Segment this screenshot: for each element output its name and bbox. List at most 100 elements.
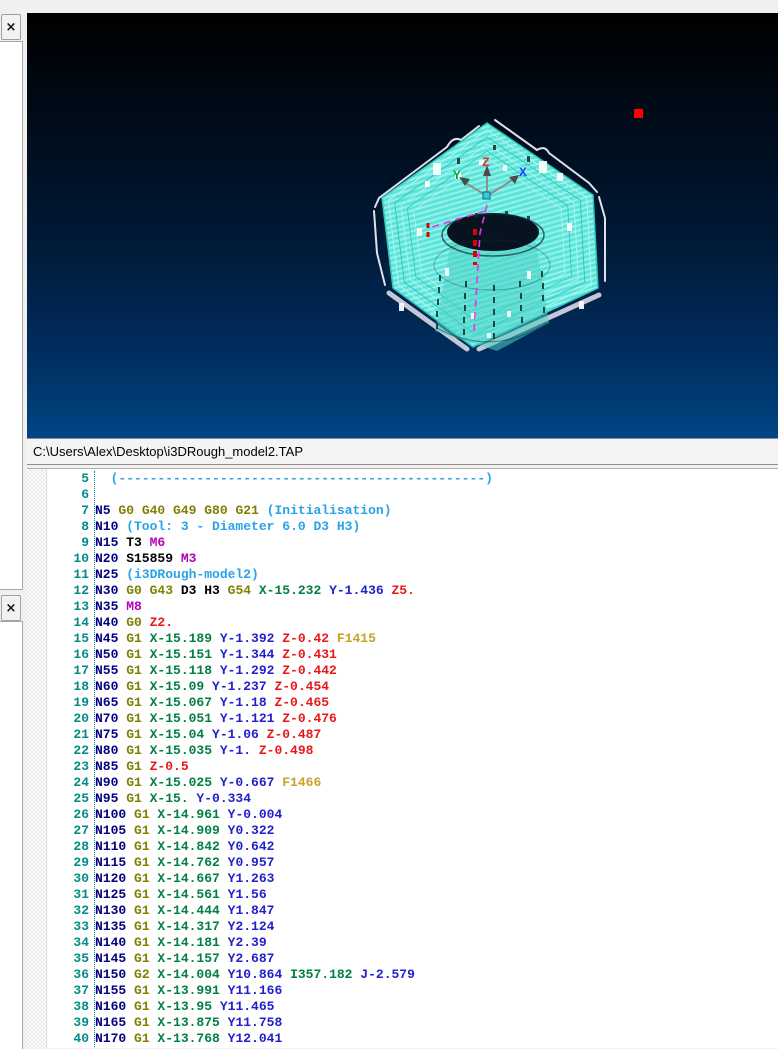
backplot-3d-viewport[interactable]: Z Y X bbox=[27, 13, 778, 438]
gcode-token: G54 bbox=[219, 583, 252, 598]
gcode-token: Y-0.667 bbox=[212, 775, 275, 790]
code-line[interactable]: N85 G1 Z-0.5 bbox=[95, 759, 778, 775]
gcode-token: X-14.762 bbox=[149, 855, 220, 870]
gcode-token: J-2.579 bbox=[352, 967, 415, 982]
gcode-token: G1 bbox=[118, 647, 142, 662]
gcode-token: Z-0.465 bbox=[266, 695, 330, 710]
axis-y-label: Y bbox=[453, 168, 461, 183]
gcode-token: G1 bbox=[118, 695, 142, 710]
gcode-token: Y0.322 bbox=[219, 823, 275, 838]
close-icon: × bbox=[5, 600, 17, 616]
line-number: 10 bbox=[73, 551, 89, 566]
gcode-token: X-15.09 bbox=[141, 679, 205, 694]
code-line[interactable]: N115 G1 X-14.762 Y0.957 bbox=[95, 855, 778, 871]
code-line[interactable]: N155 G1 X-13.991 Y11.166 bbox=[95, 983, 778, 999]
gcode-token: G1 bbox=[118, 631, 142, 646]
code-line[interactable]: N30 G0 G43 D3 H3 G54 X-15.232 Y-1.436 Z5… bbox=[95, 583, 778, 599]
close-panel-top-button[interactable]: × bbox=[1, 14, 21, 40]
gcode-token: G2 bbox=[126, 967, 150, 982]
gcode-token: Y-1.18 bbox=[212, 695, 267, 710]
code-line[interactable]: N100 G1 X-14.961 Y-0.004 bbox=[95, 807, 778, 823]
gcode-token: N70 bbox=[95, 711, 119, 726]
code-line[interactable]: N5 G0 G40 G49 G80 G21 (Initialisation) bbox=[95, 503, 778, 519]
code-line[interactable] bbox=[95, 487, 778, 503]
line-number: 20 bbox=[73, 711, 89, 726]
code-line[interactable]: N65 G1 X-15.067 Y-1.18 Z-0.465 bbox=[95, 695, 778, 711]
code-line[interactable]: (---------------------------------------… bbox=[95, 471, 778, 487]
gcode-token: Z-0.476 bbox=[274, 711, 337, 726]
gcode-token: N135 bbox=[95, 919, 127, 934]
gcode-token: G0 bbox=[118, 583, 142, 598]
gcode-token: G1 bbox=[126, 903, 150, 918]
line-number: 19 bbox=[73, 695, 89, 710]
code-line[interactable]: N160 G1 X-13.95 Y11.465 bbox=[95, 999, 778, 1015]
gcode-token: G1 bbox=[118, 711, 142, 726]
gcode-token: G1 bbox=[118, 759, 142, 774]
code-line[interactable]: N95 G1 X-15. Y-0.334 bbox=[95, 791, 778, 807]
gcode-token: G1 bbox=[126, 823, 150, 838]
line-number: 18 bbox=[73, 679, 89, 694]
code-line[interactable]: N140 G1 X-14.181 Y2.39 bbox=[95, 935, 778, 951]
code-line[interactable]: N130 G1 X-14.444 Y1.847 bbox=[95, 903, 778, 919]
code-line[interactable]: N55 G1 X-15.118 Y-1.292 Z-0.442 bbox=[95, 663, 778, 679]
gcode-token: Y11.166 bbox=[219, 983, 283, 998]
code-line[interactable]: N120 G1 X-14.667 Y1.263 bbox=[95, 871, 778, 887]
code-column[interactable]: (---------------------------------------… bbox=[95, 471, 778, 1047]
gcode-token: N110 bbox=[95, 839, 127, 854]
gcode-editor[interactable]: 5 6 7 8 9 10 11 12 13 14 15 16 17 18 19 20 21 22 23 24 25 26 2… bbox=[27, 468, 778, 1048]
gcode-token: N130 bbox=[95, 903, 127, 918]
code-line[interactable]: N105 G1 X-14.909 Y0.322 bbox=[95, 823, 778, 839]
gcode-token: Y-0.004 bbox=[219, 807, 283, 822]
line-number: 27 bbox=[73, 823, 89, 838]
gcode-token: N165 bbox=[95, 1015, 127, 1030]
gcode-token: X-14.842 bbox=[149, 839, 220, 854]
line-number: 35 bbox=[73, 951, 89, 966]
side-panel-bottom bbox=[0, 621, 23, 1049]
gcode-token: G40 bbox=[134, 503, 166, 518]
code-line[interactable]: N75 G1 X-15.04 Y-1.06 Z-0.487 bbox=[95, 727, 778, 743]
file-path-bar[interactable]: C:\Users\Alex\Desktop\i3DRough_model2.TA… bbox=[27, 438, 778, 465]
code-line[interactable]: N80 G1 X-15.035 Y-1. Z-0.498 bbox=[95, 743, 778, 759]
gcode-token: Y-1.292 bbox=[212, 663, 275, 678]
gcode-token: N45 bbox=[95, 631, 119, 646]
code-line[interactable]: N165 G1 X-13.875 Y11.758 bbox=[95, 1015, 778, 1031]
gcode-token: G1 bbox=[126, 999, 150, 1014]
gcode-token: Y-0.334 bbox=[188, 791, 252, 806]
gcode-token: Z5. bbox=[383, 583, 415, 598]
code-line[interactable]: N10 (Tool: 3 - Diameter 6.0 D3 H3) bbox=[95, 519, 778, 535]
code-line[interactable]: N15 T3 M6 bbox=[95, 535, 778, 551]
line-number: 39 bbox=[73, 1015, 89, 1030]
top-strip bbox=[0, 0, 778, 13]
code-line[interactable]: N145 G1 X-14.157 Y2.687 bbox=[95, 951, 778, 967]
gcode-token: N170 bbox=[95, 1031, 127, 1046]
gcode-token: N155 bbox=[95, 983, 127, 998]
code-line[interactable]: N50 G1 X-15.151 Y-1.344 Z-0.431 bbox=[95, 647, 778, 663]
line-number: 29 bbox=[73, 855, 89, 870]
gcode-token: Y1.56 bbox=[219, 887, 267, 902]
gcode-token: Y10.864 bbox=[219, 967, 283, 982]
gcode-token: N115 bbox=[95, 855, 127, 870]
line-number: 38 bbox=[73, 999, 89, 1014]
code-line[interactable]: N35 M8 bbox=[95, 599, 778, 615]
code-line[interactable]: N125 G1 X-14.561 Y1.56 bbox=[95, 887, 778, 903]
code-line[interactable]: N40 G0 Z2. bbox=[95, 615, 778, 631]
code-line[interactable]: N170 G1 X-13.768 Y12.041 bbox=[95, 1031, 778, 1047]
code-line[interactable]: N60 G1 X-15.09 Y-1.237 Z-0.454 bbox=[95, 679, 778, 695]
line-number: 25 bbox=[73, 791, 89, 806]
line-number-gutter: 5 6 7 8 9 10 11 12 13 14 15 16 17 18 19 20 21 22 23 24 25 26 2… bbox=[47, 471, 95, 1047]
code-line[interactable]: N110 G1 X-14.842 Y0.642 bbox=[95, 839, 778, 855]
code-line[interactable]: N70 G1 X-15.051 Y-1.121 Z-0.476 bbox=[95, 711, 778, 727]
gcode-token: G1 bbox=[126, 1015, 150, 1030]
code-line[interactable]: N25 (i3DRough-model2) bbox=[95, 567, 778, 583]
line-number: 22 bbox=[73, 743, 89, 758]
line-number: 17 bbox=[73, 663, 89, 678]
close-panel-bottom-button[interactable]: × bbox=[1, 595, 21, 621]
code-line[interactable]: N90 G1 X-15.025 Y-0.667 F1466 bbox=[95, 775, 778, 791]
code-line[interactable]: N45 G1 X-15.189 Y-1.392 Z-0.42 F1415 bbox=[95, 631, 778, 647]
code-line[interactable]: N135 G1 X-14.317 Y2.124 bbox=[95, 919, 778, 935]
code-line[interactable]: N150 G2 X-14.004 Y10.864 I357.182 J-2.57… bbox=[95, 967, 778, 983]
code-line[interactable]: N20 S15859 M3 bbox=[95, 551, 778, 567]
line-number: 37 bbox=[73, 983, 89, 998]
line-number: 21 bbox=[73, 727, 89, 742]
gcode-token: X-13.768 bbox=[149, 1031, 220, 1046]
